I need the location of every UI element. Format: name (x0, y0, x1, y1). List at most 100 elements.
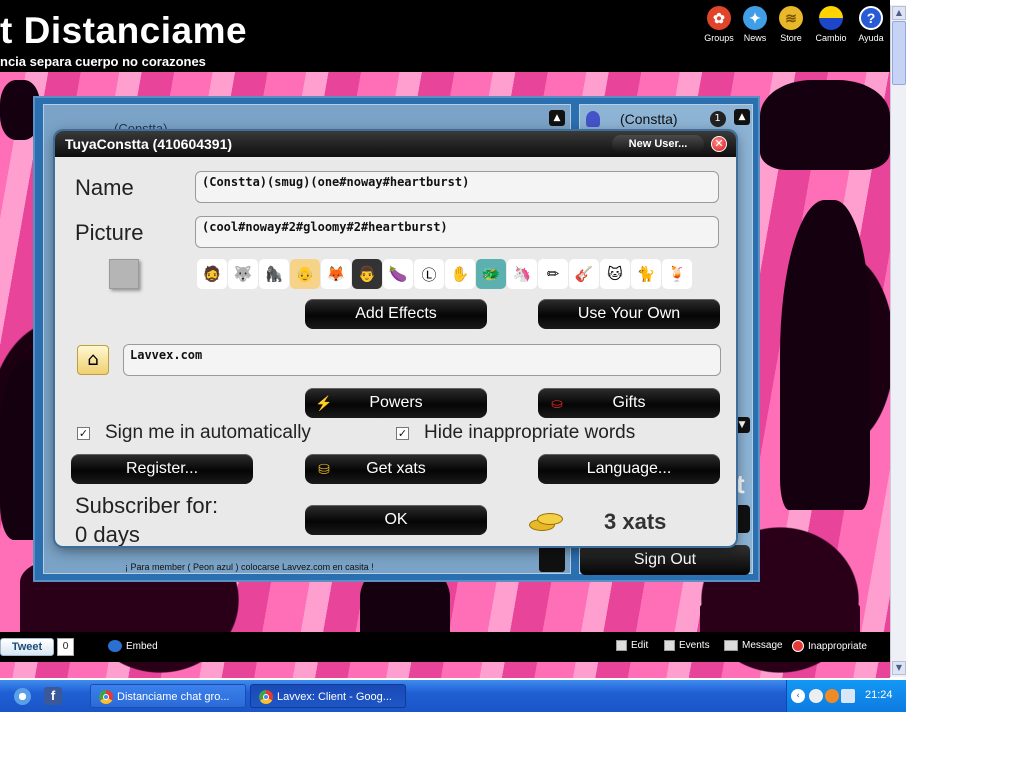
help-icon: ? (859, 6, 883, 30)
user-pawn-icon (586, 111, 600, 127)
xats-balance: 3 xats (604, 509, 667, 534)
scroll-down-icon[interactable]: ▼ (734, 417, 750, 433)
use-your-own-button[interactable]: Use Your Own (538, 299, 720, 329)
tray-network-icon[interactable] (841, 689, 855, 703)
nav-store[interactable]: ≋ Store (776, 6, 806, 43)
taskbar-tab-distanciame-label: Distanciame chat gro... (117, 691, 230, 703)
add-effects-button[interactable]: Add Effects (305, 299, 487, 329)
scroll-up-arrow-icon[interactable]: ▲ (892, 6, 906, 20)
nav-cambio-label: Cambio (815, 33, 847, 43)
avatar-photo-man[interactable]: 👨 (352, 259, 382, 289)
nav-cambio[interactable]: Cambio (812, 6, 850, 43)
register-button[interactable]: Register... (71, 454, 253, 484)
picture-preview[interactable] (109, 259, 139, 289)
partial-heading: t (736, 469, 745, 499)
hide-words-checkbox[interactable]: ✓ (396, 427, 409, 440)
tray-back-arrow-icon[interactable]: ‹ (791, 689, 805, 703)
top-navigation: ✿ Groups ✦ News ≋ Store Cambio ? Ayuda (704, 6, 886, 43)
sign-out-button[interactable]: Sign Out (580, 545, 750, 575)
facebook-quicklaunch-icon[interactable]: f (44, 687, 62, 705)
dialog-title: TuyaConstta (410604391) (65, 136, 233, 152)
page-footer-bar: Tweet 0 Embed Edit Events Message Inappr… (0, 632, 890, 662)
get-xats-button[interactable]: ⛁ Get xats (305, 454, 487, 484)
taskbar-tab-lavvex[interactable]: Lavvex: Client - Goog... (250, 684, 406, 708)
message-icon (724, 640, 738, 651)
edit-link[interactable]: Edit (616, 640, 648, 651)
events-icon (664, 640, 675, 651)
taskbar-tab-distanciame[interactable]: Distanciame chat gro... (90, 684, 246, 708)
avatar-hand[interactable]: ✋ (445, 259, 475, 289)
home-page-field[interactable]: Lavvex.com (123, 344, 721, 376)
coins-icon: ⛁ (318, 461, 330, 477)
dancer-silhouette (780, 200, 870, 510)
avatar-drink[interactable]: 🍹 (662, 259, 692, 289)
nav-store-label: Store (780, 33, 802, 43)
picture-label: Picture (75, 220, 144, 245)
tweet-button[interactable]: Tweet (0, 638, 54, 656)
nav-ayuda[interactable]: ? Ayuda (856, 6, 886, 43)
events-link[interactable]: Events (664, 640, 710, 651)
news-bird-icon: ✦ (743, 6, 767, 30)
user-list-entry[interactable]: (Constta) 1 (586, 111, 726, 127)
system-tray: ‹ 21:24 (786, 680, 906, 712)
vertical-scrollbar[interactable]: ▲ ▼ (890, 5, 906, 677)
nav-news-label: News (743, 33, 767, 43)
avatar-man-hat[interactable]: 🧔 (197, 259, 227, 289)
ok-button[interactable]: OK (305, 505, 487, 535)
avatar-teal-creature[interactable]: 🐲 (476, 259, 506, 289)
avatar-gorilla[interactable]: 🦍 (259, 259, 289, 289)
new-user-button[interactable]: New User... (612, 135, 704, 153)
close-icon[interactable]: ✕ (711, 136, 727, 152)
taskbar: f Distanciame chat gro... Lavvex: Client… (0, 680, 906, 712)
name-field[interactable]: (Constta)(smug)(one#noway#heartburst) (195, 171, 719, 203)
avatar-guitar[interactable]: 🎸 (569, 259, 599, 289)
tweet-count: 0 (57, 638, 74, 656)
avatar-fox[interactable]: 🦊 (321, 259, 351, 289)
gifts-label: Gifts (612, 394, 646, 411)
avatar-eggplant[interactable]: 🍆 (383, 259, 413, 289)
avatar-unicorn[interactable]: 🦄 (507, 259, 537, 289)
avatar-hello-kitty[interactable]: 🐈 (631, 259, 661, 289)
get-xats-label: Get xats (366, 460, 426, 477)
events-label: Events (679, 640, 710, 651)
message-link[interactable]: Message (724, 640, 783, 651)
avatar-l-badge[interactable]: Ⓛ (414, 259, 444, 289)
tray-clock-app-icon[interactable] (809, 689, 823, 703)
powers-button[interactable]: ⚡ Powers (305, 388, 487, 418)
embed-link[interactable]: Embed (108, 640, 158, 652)
coins-icon: ≋ (779, 6, 803, 30)
home-icon[interactable]: ⌂ (77, 345, 109, 375)
edit-label: Edit (631, 640, 649, 651)
taskbar-clock: 21:24 (865, 689, 893, 701)
scroll-up-icon[interactable]: ▲ (734, 109, 750, 125)
chat-bottom-note: ¡ Para member ( Peon azul ) colocarse La… (125, 562, 374, 572)
sign-auto-label: Sign me in automatically (105, 422, 311, 443)
nav-groups[interactable]: ✿ Groups (704, 6, 734, 43)
sign-auto-checkbox[interactable]: ✓ (77, 427, 90, 440)
avatar-brown-dog[interactable]: 🐺 (228, 259, 258, 289)
language-button[interactable]: Language... (538, 454, 720, 484)
ie-quicklaunch-icon[interactable] (14, 688, 31, 705)
lightning-icon: ⚡ (315, 395, 333, 411)
msg-scroll-up-icon[interactable]: ▲ (549, 110, 565, 126)
profile-dialog: TuyaConstta (410604391) New User... ✕ Na… (55, 131, 736, 546)
picture-field[interactable]: (cool#noway#2#gloomy#2#heartburst) (195, 216, 719, 248)
tray-avast-icon[interactable] (825, 689, 839, 703)
inappropriate-link[interactable]: Inappropriate (792, 640, 867, 652)
nav-groups-label: Groups (704, 33, 734, 43)
name-label: Name (75, 175, 134, 200)
scrollbar-thumb[interactable] (892, 21, 906, 85)
scroll-down-arrow-icon[interactable]: ▼ (892, 661, 906, 675)
gifts-button[interactable]: ⛀ Gifts (538, 388, 720, 418)
nav-ayuda-label: Ayuda (858, 33, 884, 43)
site-title: t Distanciame (0, 10, 248, 51)
subscriber-label: Subscriber for: (75, 493, 219, 518)
avatar-bald-face[interactable]: 👴 (290, 259, 320, 289)
xats-coins-icon (529, 511, 565, 533)
screen: t Distanciame ncia separa cuerpo no cora… (0, 0, 1024, 768)
avatar-sketch[interactable]: ✏ (538, 259, 568, 289)
avatar-cartoon[interactable]: 🐱 (600, 259, 630, 289)
nav-news[interactable]: ✦ News (740, 6, 770, 43)
site-header: t Distanciame ncia separa cuerpo no cora… (0, 0, 890, 72)
inappropriate-icon (792, 640, 804, 652)
